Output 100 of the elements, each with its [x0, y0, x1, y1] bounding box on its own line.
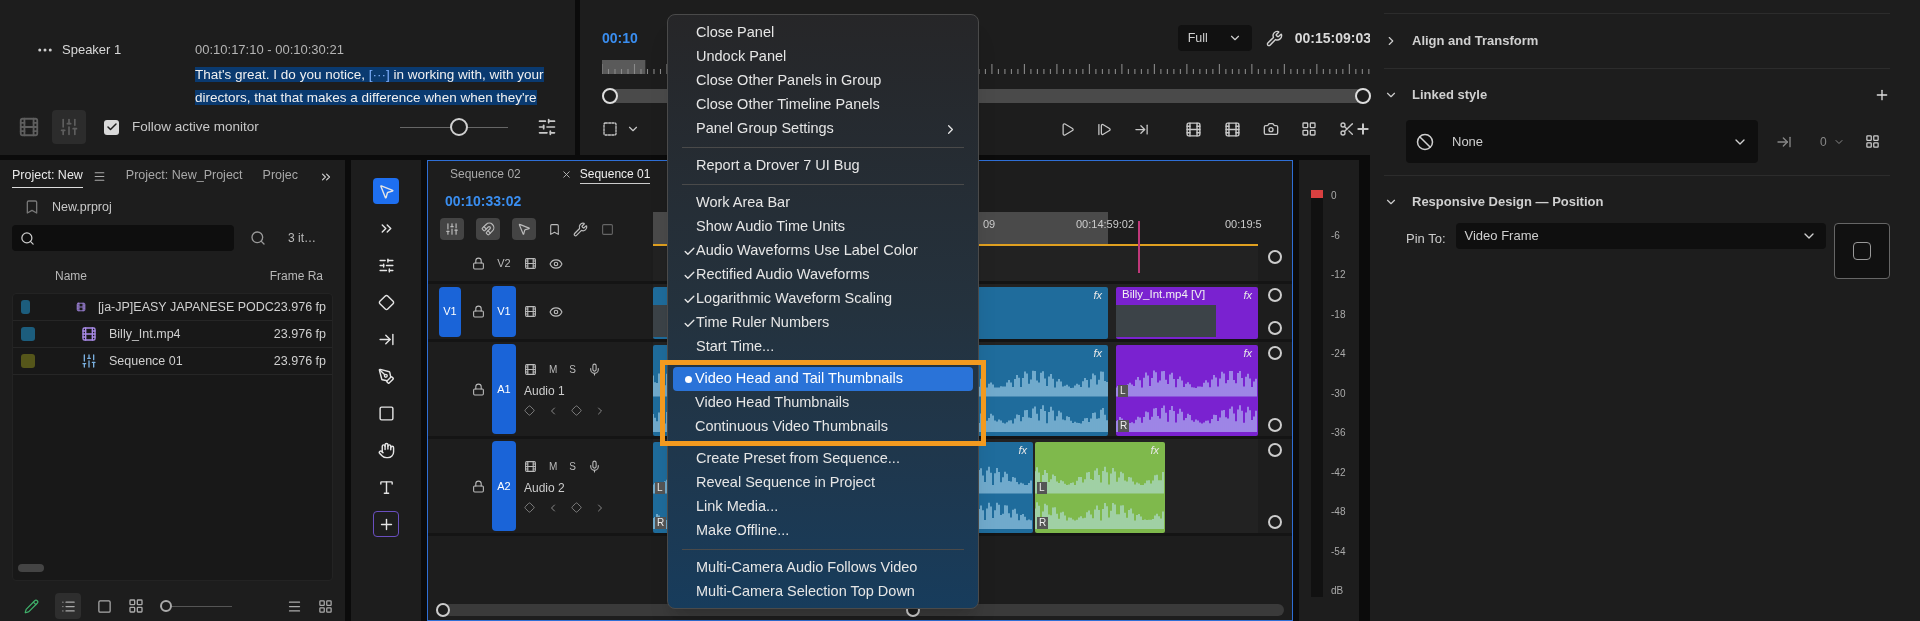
color-label[interactable]	[21, 326, 35, 341]
menu-item[interactable]: Video Head and Tail Thumbnails	[673, 367, 973, 391]
project-tab[interactable]: Projec	[262, 166, 298, 188]
menu-item[interactable]: Continuous Video Thumbnails	[673, 415, 973, 439]
project-tab[interactable]: Project: New	[12, 165, 83, 188]
menu-item[interactable]: Multi-Camera Audio Follows Video	[674, 556, 972, 580]
menu-item[interactable]: Reveal Sequence in Project	[674, 471, 972, 495]
section-title[interactable]: Align and Transform	[1412, 31, 1539, 51]
menu-item[interactable]: Undock Panel	[674, 45, 972, 69]
item-name[interactable]: Billy_Int.mp4	[109, 324, 181, 344]
scroll-handle[interactable]	[1268, 346, 1282, 360]
color-label[interactable]	[21, 299, 30, 314]
marker-icon[interactable]	[548, 222, 561, 236]
add-icon[interactable]	[1355, 121, 1371, 137]
mute-toggle[interactable]: M	[549, 458, 558, 474]
track-target[interactable]: A2	[492, 441, 516, 531]
scroll-handle[interactable]	[1268, 515, 1282, 529]
slider-thumb[interactable]	[450, 118, 469, 136]
menu-item[interactable]: Rectified Audio Waveforms	[674, 263, 972, 287]
menu-item[interactable]: Start Time...	[674, 335, 972, 359]
find-icon[interactable]	[250, 230, 266, 247]
scroll-handle[interactable]	[1268, 418, 1282, 432]
video-clip[interactable]: Billy_Int.mp4 [V] fx	[1116, 287, 1258, 339]
project-tab[interactable]: Project: New_Project	[125, 166, 243, 188]
step-forward-icon[interactable]	[1097, 121, 1112, 137]
follow-checkbox[interactable]	[104, 119, 119, 135]
source-patch[interactable]: V1	[439, 286, 461, 337]
eye-icon[interactable]	[549, 304, 563, 319]
slider-thumb[interactable]	[160, 600, 172, 613]
menu-icon[interactable]	[92, 170, 106, 184]
close-icon[interactable]	[560, 168, 572, 180]
grid-icon[interactable]	[1864, 134, 1880, 149]
menu-item[interactable]: Report a Drover 7 UI Bug	[674, 154, 972, 178]
pin-to-dropdown[interactable]: Video Frame	[1455, 223, 1826, 249]
menu-item[interactable]: Show Audio Time Units	[674, 215, 972, 239]
menu-item[interactable]: Audio Waveforms Use Label Color	[674, 239, 972, 263]
add-keyframe-icon[interactable]	[571, 405, 582, 416]
track-target[interactable]: V2	[492, 255, 516, 272]
wrench-icon[interactable]	[573, 221, 588, 237]
sequence-tab[interactable]: Sequence 02	[450, 165, 521, 183]
quality-dropdown[interactable]: Full	[1177, 25, 1252, 51]
microphone-icon[interactable]	[588, 459, 601, 473]
column-header[interactable]: Name	[55, 266, 87, 285]
menu-item[interactable]: Work Area Bar	[674, 191, 972, 215]
play-icon[interactable]	[1060, 121, 1075, 137]
scroll-handle[interactable]	[1268, 321, 1282, 335]
menu-item[interactable]: Link Media...	[674, 495, 972, 519]
eye-icon[interactable]	[549, 256, 563, 271]
add-icon[interactable]	[1874, 87, 1890, 103]
section-title[interactable]: Linked style	[1412, 85, 1488, 105]
list-view-button[interactable]	[55, 593, 81, 620]
scroll-handle[interactable]	[1268, 288, 1282, 302]
menu-item[interactable]: Make Offline...	[674, 519, 972, 543]
color-label[interactable]	[21, 353, 35, 368]
safe-margins-icon[interactable]	[602, 121, 618, 137]
menu-item[interactable]: Logarithmic Waveform Scaling	[674, 287, 972, 311]
item-name[interactable]: Sequence 01	[109, 351, 183, 371]
nest-button[interactable]	[440, 218, 464, 240]
solo-toggle[interactable]: S	[569, 361, 576, 377]
menu-item[interactable]: Video Head Thumbnails	[673, 391, 973, 415]
pencil-icon[interactable]	[24, 598, 39, 614]
add-keyframe-icon[interactable]	[571, 502, 582, 513]
keyframe-icon[interactable]	[524, 405, 535, 416]
camera-icon[interactable]	[1263, 121, 1279, 137]
selection-tool-icon[interactable]	[373, 178, 399, 204]
menu-item[interactable]: Time Ruler Numbers	[674, 311, 972, 335]
keyframe-icon[interactable]	[524, 502, 535, 513]
mute-toggle[interactable]: M	[549, 361, 558, 377]
sequence-tab[interactable]: Sequence 01	[579, 164, 651, 184]
track-target[interactable]: V1	[492, 286, 516, 337]
microphone-icon[interactable]	[588, 362, 601, 376]
menu-item[interactable]: Close Other Panels in Group	[674, 69, 972, 93]
track-target[interactable]: A1	[492, 344, 516, 434]
column-header[interactable]: Frame Ra	[269, 266, 323, 285]
zoom-slider-track[interactable]	[160, 600, 232, 613]
wrench-icon[interactable]	[1265, 29, 1283, 47]
lock-icon[interactable]	[472, 257, 485, 270]
solo-toggle[interactable]: S	[569, 458, 576, 474]
menu-item[interactable]: Create Preset from Sequence...	[674, 447, 972, 471]
scroll-handle[interactable]	[1268, 250, 1282, 264]
audio-clip[interactable]: fx L R	[1116, 345, 1258, 436]
lock-icon[interactable]	[472, 382, 485, 396]
lock-icon[interactable]	[472, 479, 485, 493]
lock-icon[interactable]	[472, 305, 485, 318]
scroll-handle[interactable]	[1268, 443, 1282, 457]
style-count[interactable]: 0	[1820, 132, 1827, 151]
search-field[interactable]	[12, 225, 234, 252]
section-title[interactable]: Responsive Design — Position	[1412, 192, 1604, 212]
audio-clip[interactable]: fx L R	[1035, 442, 1165, 533]
linked-selection-button[interactable]	[512, 218, 536, 240]
settings-icon[interactable]	[537, 117, 557, 137]
pin-position-control[interactable]	[1833, 223, 1890, 279]
menu-item[interactable]: Multi-Camera Selection Top Down	[674, 580, 972, 604]
snap-button[interactable]	[476, 218, 500, 240]
menu-item[interactable]: Close Panel	[674, 21, 972, 45]
scrollbar-thumb[interactable]	[18, 564, 44, 573]
menu-item[interactable]: Close Other Timeline Panels	[674, 93, 972, 117]
linked-style-dropdown[interactable]: None	[1406, 120, 1758, 163]
item-name[interactable]: [ja-JP]EASY JAPANESE PODC	[97, 297, 274, 317]
menu-item[interactable]: Panel Group Settings	[674, 117, 972, 141]
